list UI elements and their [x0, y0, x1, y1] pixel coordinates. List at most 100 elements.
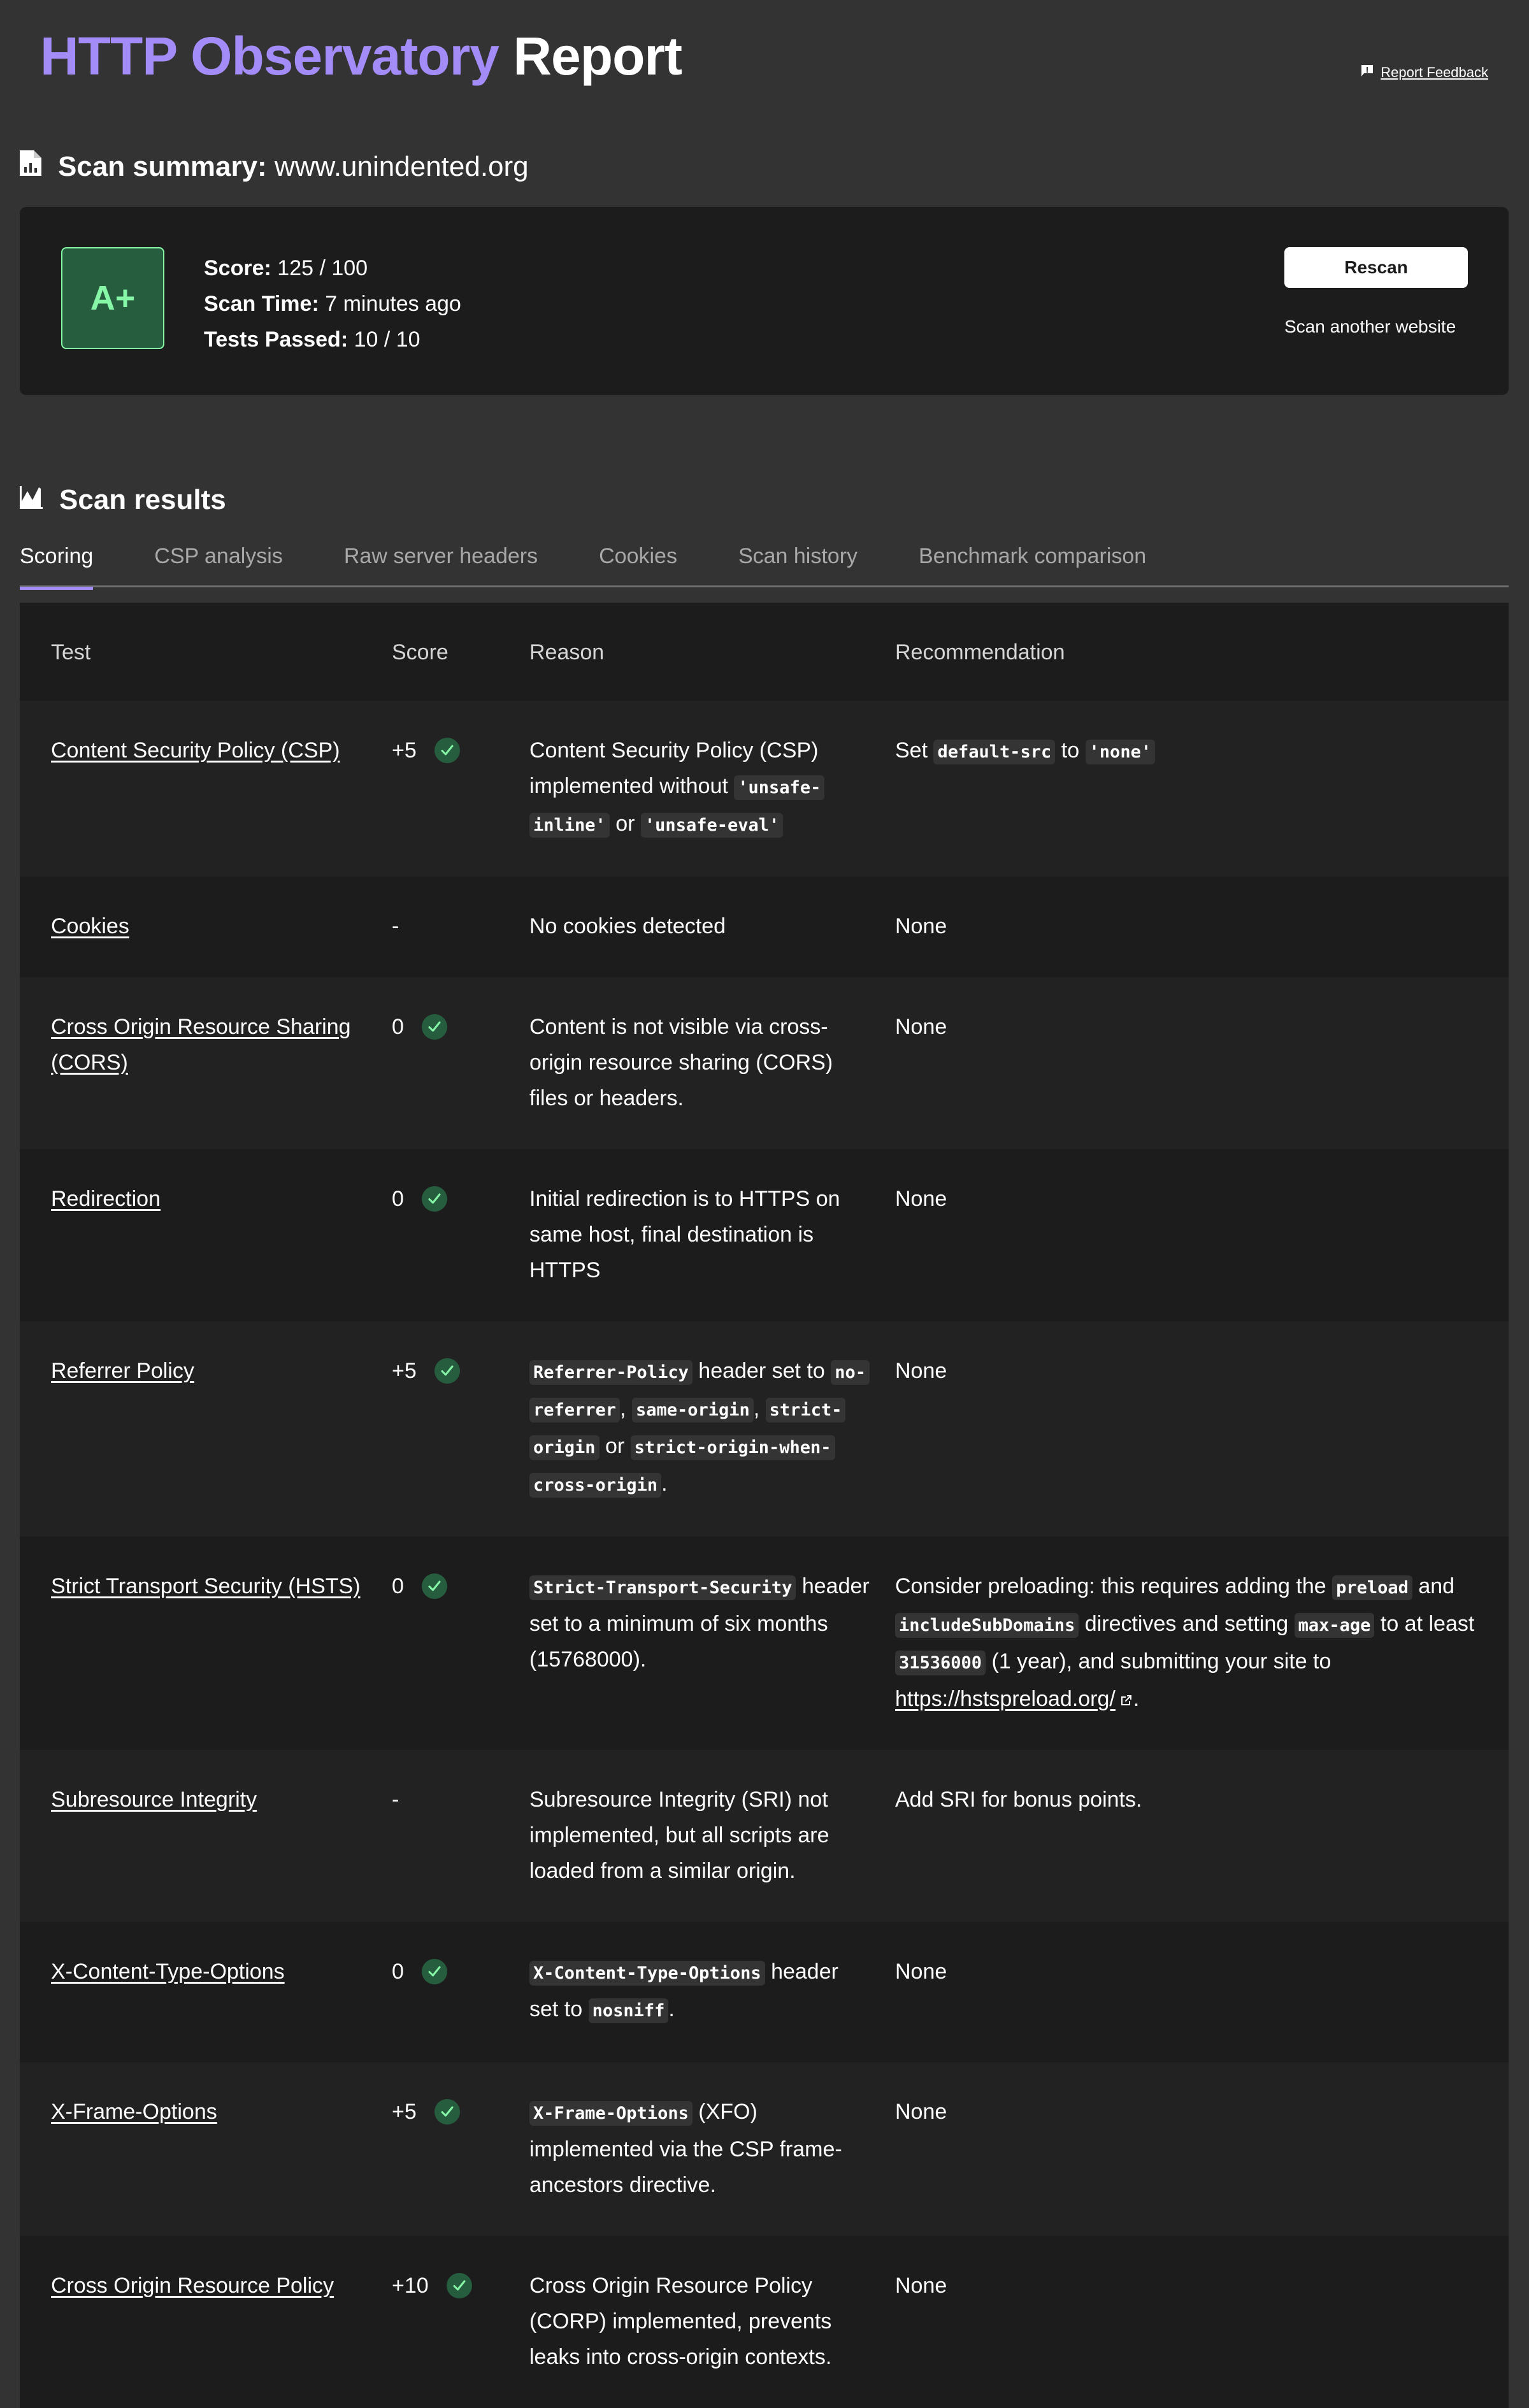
report-file-icon [20, 150, 41, 183]
score-value: 125 / 100 [277, 256, 368, 280]
tab-scoring[interactable]: Scoring [20, 541, 94, 590]
scanned-domain: www.unindented.org [274, 150, 529, 182]
reason-cell: Referrer-Policy header set to no-referre… [529, 1321, 895, 1537]
column-header-score: Score [392, 640, 449, 664]
tab-cookies[interactable]: Cookies [599, 541, 677, 588]
check-icon [421, 1959, 447, 1984]
report-feedback-link[interactable]: Report Feedback [1381, 64, 1488, 81]
text-fragment: to at least [1374, 1612, 1475, 1636]
test-cell: Cross Origin Resource Policy [20, 2236, 392, 2408]
tests-passed-stat: Tests Passed: 10 / 10 [204, 327, 420, 352]
code-snippet: 31536000 [895, 1651, 986, 1675]
code-snippet: 'unsafe-eval' [640, 813, 784, 838]
scan-summary-heading: Scan summary: www.unindented.org [20, 150, 529, 183]
page-title: HTTP Observatory Report [40, 25, 682, 87]
reason-cell: Cross Origin Resource Policy (CORP) impl… [529, 2236, 895, 2408]
tab-benchmark-comparison[interactable]: Benchmark comparison [919, 541, 1146, 588]
tab-csp-analysis[interactable]: CSP analysis [154, 541, 283, 588]
text-fragment: or [599, 1434, 631, 1458]
reason-cell: Strict-Transport-Security header set to … [529, 1537, 895, 1750]
text-fragment: None [895, 1960, 947, 1984]
chart-area-icon [20, 484, 43, 516]
tests-passed-value: 10 / 10 [354, 327, 420, 352]
score-value: 0 [392, 1574, 404, 1598]
table-row: Cross Origin Resource Policy +10 Cross Ori… [20, 2236, 1509, 2408]
text-fragment: Cross Origin Resource Policy (CORP) impl… [529, 2274, 832, 2369]
table-row: X-Frame-Options +5 X-Frame-Options (XFO) i… [20, 2062, 1509, 2236]
page: HTTP Observatory Report Report Feedback … [0, 0, 1529, 2408]
test-name-link[interactable]: Content Security Policy (CSP) [51, 738, 340, 763]
score-cell: +10 [392, 2236, 529, 2408]
recommendation-cell: Set default-src to 'none' [895, 701, 1509, 877]
test-name-link[interactable]: X-Content-Type-Options [51, 1960, 285, 1984]
table-row: Strict Transport Security (HSTS) 0 Strict-… [20, 1537, 1509, 1750]
text-fragment: , [620, 1396, 632, 1421]
scan-stats: Score: 125 / 100 Scan Time: 7 minutes ag… [204, 250, 461, 357]
score-value: 0 [392, 1187, 404, 1211]
external-link[interactable]: https://hstspreload.org/ [895, 1687, 1133, 1711]
test-name-link[interactable]: Redirection [51, 1187, 161, 1211]
test-name-link[interactable]: Strict Transport Security (HSTS) [51, 1574, 361, 1598]
table-row: Cross Origin Resource Sharing (CORS) 0 Con… [20, 977, 1509, 1149]
text-fragment: None [895, 1187, 947, 1211]
text-fragment: . [668, 1997, 675, 2021]
table-body: Content Security Policy (CSP) +5 Content S… [20, 701, 1509, 2408]
check-icon [434, 738, 460, 763]
scan-summary-card: A+ Score: 125 / 100 Scan Time: 7 minutes… [20, 207, 1509, 395]
top-bar: HTTP Observatory Report Report Feedback [20, 0, 1509, 127]
test-name-link[interactable]: Cross Origin Resource Policy [51, 2274, 334, 2298]
reason-cell: Content Security Policy (CSP) implemente… [529, 701, 895, 877]
score-cell: +5 [392, 2062, 529, 2236]
grade-badge: A+ [61, 247, 164, 349]
text-fragment: Add SRI for bonus points. [895, 1788, 1142, 1812]
text-fragment: , [753, 1396, 766, 1421]
recommendation-cell: None [895, 877, 1509, 977]
table-row: X-Content-Type-Options 0 X-Content-Type-Op… [20, 1922, 1509, 2062]
reason-cell: Subresource Integrity (SRI) not implemen… [529, 1750, 895, 1922]
score-cell: 0 [392, 977, 529, 1149]
score-cell: 0 [392, 1922, 529, 2062]
recommendation-cell: None [895, 977, 1509, 1149]
external-link-text: https://hstspreload.org/ [895, 1687, 1116, 1711]
code-snippet: preload [1332, 1575, 1412, 1600]
test-cell: Cross Origin Resource Sharing (CORS) [20, 977, 392, 1149]
score-cell: 0 [392, 1537, 529, 1750]
check-icon [434, 1358, 460, 1384]
test-name-link[interactable]: Referrer Policy [51, 1359, 194, 1383]
report-feedback[interactable]: Report Feedback [1360, 64, 1488, 82]
tab-raw-server-headers[interactable]: Raw server headers [344, 541, 538, 588]
scan-time-stat: Scan Time: 7 minutes ago [204, 292, 461, 316]
test-name-link[interactable]: X-Frame-Options [51, 2100, 217, 2124]
column-header-recommendation: Recommendation [895, 640, 1065, 664]
text-fragment: or [609, 812, 641, 836]
text-fragment: None [895, 1015, 947, 1039]
code-snippet: includeSubDomains [895, 1613, 1079, 1638]
scan-results-label: Scan results [59, 484, 226, 515]
test-cell: Strict Transport Security (HSTS) [20, 1537, 392, 1750]
text-fragment: Initial redirection is to HTTPS on same … [529, 1187, 840, 1282]
test-cell: Referrer Policy [20, 1321, 392, 1537]
test-name-link[interactable]: Cross Origin Resource Sharing (CORS) [51, 1015, 351, 1075]
results-tabs: Scoring CSP analysis Raw server headers Coo… [20, 541, 1509, 590]
scan-another-website-link[interactable]: Scan another website [1284, 317, 1456, 337]
text-fragment: Content is not visible via cross-origin … [529, 1015, 833, 1110]
score-cell: - [392, 1750, 529, 1922]
text-fragment: (1 year), and submitting your site to [986, 1649, 1332, 1673]
text-fragment: None [895, 2100, 947, 2124]
test-name-link[interactable]: Subresource Integrity [51, 1788, 257, 1812]
check-icon [446, 2273, 472, 2298]
code-snippet: max-age [1294, 1613, 1375, 1638]
recommendation-cell: Consider preloading: this requires addin… [895, 1537, 1509, 1750]
test-cell: Subresource Integrity [20, 1750, 392, 1922]
column-header-test: Test [51, 640, 91, 664]
text-fragment: Set [895, 738, 934, 763]
reason-cell: No cookies detected [529, 877, 895, 977]
rescan-button[interactable]: Rescan [1284, 247, 1468, 288]
column-header-reason: Reason [529, 640, 605, 664]
tab-scan-history[interactable]: Scan history [738, 541, 858, 588]
table-row: Subresource Integrity - Subresource Integr… [20, 1750, 1509, 1922]
text-fragment: . [1133, 1687, 1140, 1711]
recommendation-cell: None [895, 1922, 1509, 2062]
test-name-link[interactable]: Cookies [51, 914, 129, 938]
code-snippet: X-Frame-Options [529, 2101, 693, 2126]
